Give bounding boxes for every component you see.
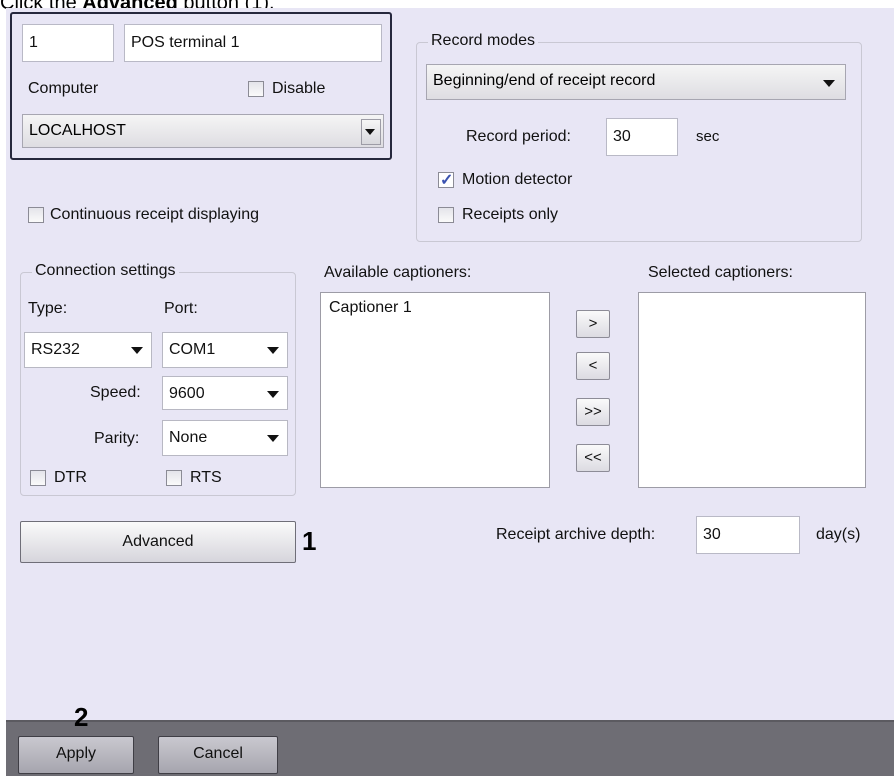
port-select-value: COM1 <box>169 341 216 358</box>
dtr-checkbox[interactable] <box>30 470 46 486</box>
selected-captioners-label: Selected captioners: <box>648 264 793 281</box>
archive-depth-input[interactable]: 30 <box>696 516 800 554</box>
computer-select[interactable]: LOCALHOST <box>22 114 384 148</box>
computer-label: Computer <box>28 80 99 97</box>
footer-bar <box>6 720 894 776</box>
chevron-down-icon <box>267 347 279 354</box>
chevron-down-icon <box>267 435 279 442</box>
type-select-value: RS232 <box>31 341 80 358</box>
record-period-unit: sec <box>696 128 720 145</box>
archive-depth-label: Receipt archive depth: <box>496 526 656 543</box>
rts-checkbox[interactable] <box>166 470 182 486</box>
record-period-input[interactable]: 30 <box>606 118 678 156</box>
record-period-label: Record period: <box>466 128 571 145</box>
receipts-only-label: Receipts only <box>462 206 559 223</box>
parity-label: Parity: <box>94 430 140 447</box>
selected-captioners-list[interactable] <box>638 292 866 488</box>
dtr-label: DTR <box>54 469 87 486</box>
port-label: Port: <box>164 300 198 317</box>
type-label: Type: <box>28 300 68 317</box>
available-captioners-list[interactable]: Captioner 1 <box>320 292 550 488</box>
motion-detector-checkbox[interactable] <box>438 170 454 190</box>
terminal-number-field[interactable]: 1 <box>22 24 114 62</box>
rts-label: RTS <box>190 469 222 486</box>
move-all-left-button[interactable]: << <box>576 444 610 472</box>
callout-marker-1: 1 <box>302 526 317 556</box>
chevron-down-icon <box>267 391 279 398</box>
computer-select-value: LOCALHOST <box>29 122 126 139</box>
available-captioners-label: Available captioners: <box>324 264 472 281</box>
speed-label: Speed: <box>90 384 141 401</box>
port-select[interactable]: COM1 <box>162 332 288 368</box>
parity-select-value: None <box>169 429 208 446</box>
motion-detector-label: Motion detector <box>462 171 573 188</box>
archive-depth-unit: day(s) <box>816 526 861 543</box>
record-modes-title: Record modes <box>428 32 539 50</box>
callout-marker-2: 2 <box>74 702 89 732</box>
cancel-button[interactable]: Cancel <box>158 736 278 774</box>
continuous-receipt-checkbox[interactable] <box>28 207 44 223</box>
receipts-only-checkbox[interactable] <box>438 207 454 223</box>
disable-label: Disable <box>272 80 326 97</box>
move-left-button[interactable]: < <box>576 352 610 380</box>
move-right-button[interactable]: > <box>576 310 610 338</box>
chevron-down-icon <box>823 80 835 87</box>
record-mode-value: Beginning/end of receipt record <box>433 72 656 89</box>
chevron-down-icon <box>361 119 381 145</box>
connection-settings-title: Connection settings <box>32 262 179 280</box>
list-item[interactable]: Captioner 1 <box>329 299 412 317</box>
speed-select[interactable]: 9600 <box>162 376 288 410</box>
speed-select-value: 9600 <box>169 385 205 402</box>
record-mode-select[interactable]: Beginning/end of receipt record <box>426 64 846 100</box>
move-all-right-button[interactable]: >> <box>576 398 610 426</box>
terminal-name-field[interactable]: POS terminal 1 <box>124 24 382 62</box>
chevron-down-icon <box>131 347 143 354</box>
advanced-button[interactable]: Advanced <box>20 521 296 563</box>
type-select[interactable]: RS232 <box>24 332 152 368</box>
apply-button[interactable]: Apply <box>18 736 134 774</box>
continuous-receipt-label: Continuous receipt displaying <box>50 206 260 223</box>
parity-select[interactable]: None <box>162 420 288 456</box>
disable-checkbox[interactable] <box>248 81 264 97</box>
